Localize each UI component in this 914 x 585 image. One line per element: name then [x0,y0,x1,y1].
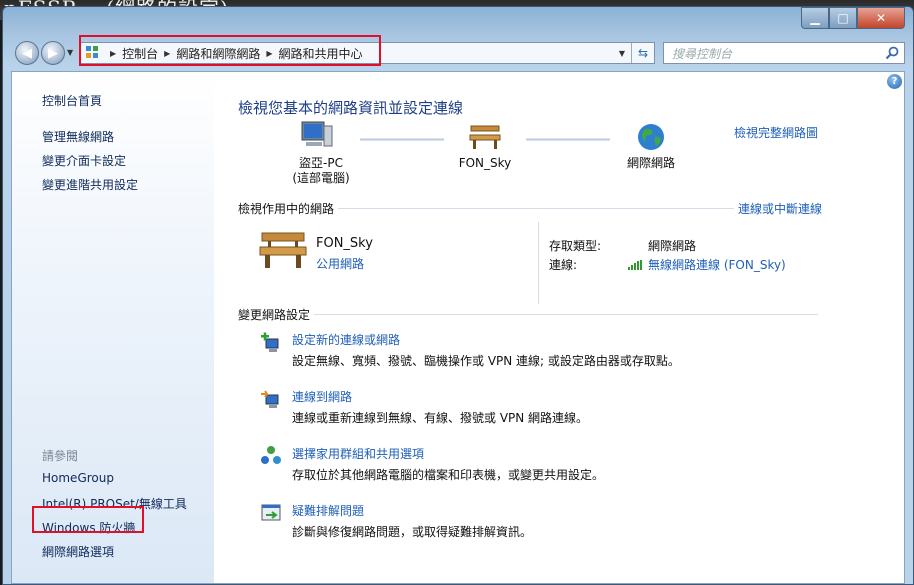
close-button[interactable]: ✕ [857,7,905,29]
task-setup-new-connection[interactable]: 設定新的連線或網路 [292,331,400,348]
section-divider [238,314,818,315]
refresh-button[interactable]: ⇆ [631,43,654,63]
access-type-value: 網際網路 [648,239,697,253]
recent-pages-dropdown[interactable]: ▼ [67,48,73,57]
map-node-internet: 網際網路 [626,156,675,170]
task-description: 診斷與修復網路問題，或取得疑難排解資訊。 [292,525,533,539]
address-bar-actions: ▼ ⇆ [613,43,654,63]
connection-line [526,138,610,141]
sidebar-link-homegroup[interactable]: HomeGroup [42,471,114,485]
maximize-button[interactable]: □ [829,7,857,29]
refresh-icon: ⇆ [637,46,649,60]
map-node-fon-sky: FON_Sky [458,156,512,170]
address-history-dropdown[interactable]: ▼ [613,49,631,58]
search-input[interactable]: 搜尋控制台 [672,45,884,62]
page-title: 檢視您基本的網路資訊並設定連線 [238,99,464,117]
access-type-label: 存取類型: [549,239,602,253]
connect-network-icon [261,390,279,408]
minimize-button[interactable]: ▁ [801,7,829,29]
vertical-divider [538,222,539,304]
network-type-link[interactable]: 公用網路 [316,255,364,272]
wireless-connection-name: 無線網路連線 (FON_Sky) [648,258,786,272]
view-full-map-link[interactable]: 檢視完整網路圖 [734,124,818,141]
new-connection-icon [261,332,279,352]
map-node-label: 盜亞-PC [299,156,343,170]
main-panel: ? 檢視您基本的網路資訊並設定連線 檢視完整網路圖 盜亞-PC (這部電腦) F… [214,72,904,583]
navigation-bar: ◀ ▶ ▼ ▶ 控制台 ▶ 網路和網際網路 ▶ 網路和共用中心 ▼ ⇆ 搜尋控制… [3,39,913,67]
tasks-sidebar: 控制台首頁 管理無線網路 變更介面卡設定 變更進階共用設定 請參閱 HomeGr… [12,72,214,583]
connection-label: 連線: [549,258,578,272]
active-networks-heading: 檢視作用中的網路 [238,200,339,217]
breadcrumb-separator-icon[interactable]: ▶ [266,49,272,58]
arrow-right-icon: ▶ [48,45,58,61]
sidebar-link-control-panel-home[interactable]: 控制台首頁 [42,92,102,109]
map-node-this-pc: 盜亞-PC (這部電腦) [276,156,366,186]
signal-strength-icon [628,259,643,270]
back-button[interactable]: ◀ [15,41,39,65]
breadcrumb-separator-icon[interactable]: ▶ [164,49,170,58]
title-bar-controls: ▁ □ ✕ [801,7,905,29]
see-also-heading: 請參閱 [42,449,79,463]
sidebar-link-internet-options[interactable]: 網際網路選項 [42,543,114,560]
connect-disconnect-link[interactable]: 連線或中斷連線 [734,200,823,217]
change-settings-heading: 變更網路設定 [238,306,315,323]
wireless-connection-link[interactable]: 無線網路連線 (FON_Sky) [628,256,786,273]
sidebar-link-adapter-settings[interactable]: 變更介面卡設定 [42,152,126,169]
map-node-sublabel: (這部電腦) [292,171,350,185]
public-network-bench-icon [259,232,307,268]
internet-globe-icon[interactable] [636,122,666,152]
arrow-left-icon: ◀ [22,45,32,61]
address-bar[interactable]: ▶ 控制台 ▶ 網路和網際網路 ▶ 網路和共用中心 ▼ ⇆ [79,42,655,64]
control-panel-window: ▁ □ ✕ ◀ ▶ ▼ ▶ 控制台 ▶ 網路和網際網路 ▶ 網路和共用中心 ▼ [2,6,914,585]
search-box[interactable]: 搜尋控制台 [663,42,905,64]
sidebar-link-windows-firewall[interactable]: Windows 防火牆 [42,519,135,536]
task-description: 連線或重新連線到無線、有線、撥號或 VPN 網路連線。 [292,411,589,425]
content-area: 控制台首頁 管理無線網路 變更介面卡設定 變更進階共用設定 請參閱 HomeGr… [11,71,905,584]
sidebar-link-manage-wireless[interactable]: 管理無線網路 [42,128,114,145]
task-description: 設定無線、寬頻、撥號、臨機操作或 VPN 連線; 或設定路由器或存取點。 [292,354,680,368]
sidebar-link-advanced-sharing[interactable]: 變更進階共用設定 [42,176,138,193]
control-panel-icon [86,46,100,60]
breadcrumb-separator-icon[interactable]: ▶ [110,49,116,58]
forward-button[interactable]: ▶ [41,41,65,65]
public-network-bench-icon[interactable] [468,122,502,150]
breadcrumb-network-sharing-center[interactable]: 網路和共用中心 [279,45,363,62]
task-homegroup-sharing[interactable]: 選擇家用群組和共用選項 [292,445,424,462]
computer-icon[interactable] [300,120,334,150]
task-description: 存取位於其他網路電腦的檔案和印表機，或變更共用設定。 [292,468,605,482]
homegroup-icon [261,446,281,464]
help-icon[interactable]: ? [887,74,902,89]
breadcrumb-control-panel[interactable]: 控制台 [122,45,158,62]
troubleshoot-icon [261,504,281,521]
search-icon[interactable] [884,45,900,61]
task-connect-to-network[interactable]: 連線到網路 [292,388,352,405]
breadcrumb-network-internet[interactable]: 網路和網際網路 [176,45,260,62]
task-troubleshoot[interactable]: 疑難排解問題 [292,502,364,519]
active-network-name: FON_Sky [316,236,373,251]
sidebar-link-intel-proset[interactable]: Intel(R) PROSet/無線工具 [42,495,187,512]
connection-line [360,138,444,141]
